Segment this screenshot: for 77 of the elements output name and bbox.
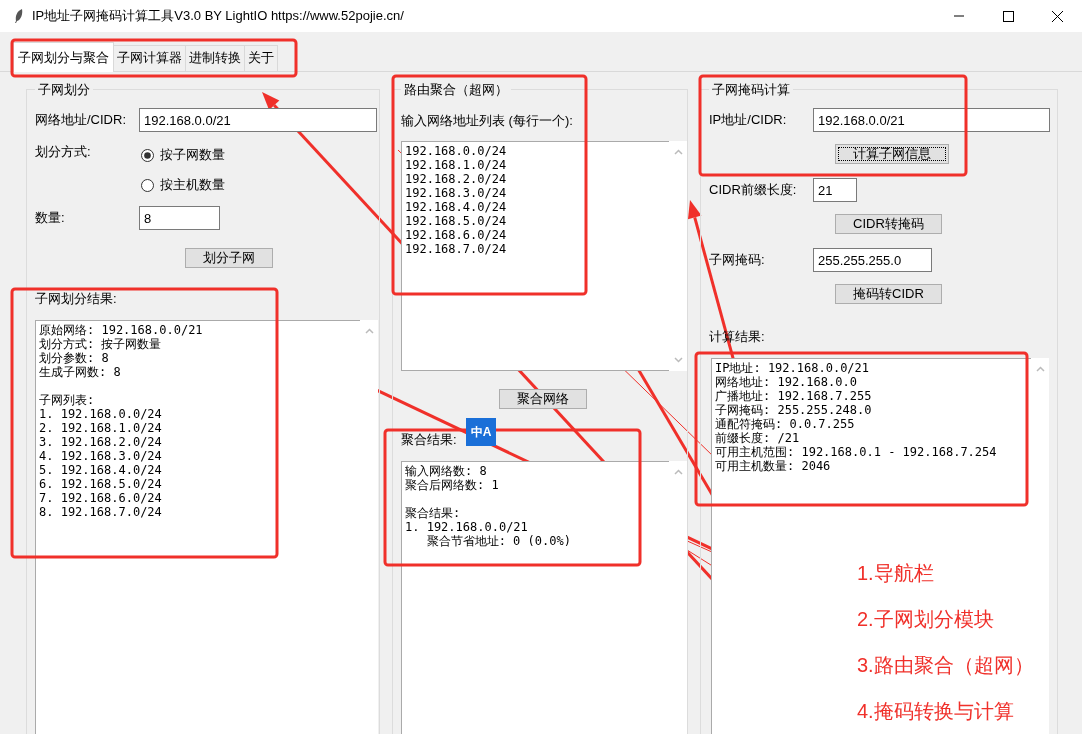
section-title: 子网掩码计算: [709, 81, 793, 99]
action-button[interactable]: CIDR转掩码: [835, 214, 942, 234]
text-line: 192.168.6.0/24: [405, 228, 507, 242]
output-area[interactable]: 输入网络数: 8 聚合后网络数: 1 聚合结果: 1. 192.168.0.0/21 聚合节省地址: 0 (0.0%): [401, 461, 670, 734]
text-line: 4. 192.168.3.0/24: [39, 449, 162, 463]
text-line: 192.168.4.0/24: [405, 200, 507, 214]
text-line: 输入网络数: 8: [405, 464, 487, 478]
field-label: 划分方式:: [35, 143, 92, 161]
text-area[interactable]: 192.168.0.0/24 192.168.1.0/24 192.168.2.0/24 192.168.3.0/24 192.168.4.0/24 192.168.5.0/24 192.168.6.0/24 192.168.7.0/24: [401, 141, 670, 371]
text-line: 192.168.0.0/24: [405, 144, 507, 158]
text-line: 生成子网数: 8: [39, 365, 121, 379]
maximize-icon: [1003, 10, 1014, 22]
scroll-up-icon[interactable]: [1035, 366, 1045, 372]
text-line: 聚合后网络数: 1: [405, 478, 499, 492]
text-line: 原始网络: 192.168.0.0/21: [39, 323, 203, 337]
text-field[interactable]: 8: [139, 206, 220, 230]
scroll-up-icon[interactable]: [364, 328, 374, 334]
annotation-label: 1.导航栏: [857, 561, 934, 585]
text-line: 3. 192.168.2.0/24: [39, 435, 162, 449]
text-line: 前缀长度: /21: [715, 431, 800, 445]
text-line: 聚合节省地址: 0 (0.0%): [425, 534, 571, 548]
text-line: IP地址: 192.168.0.0/21: [715, 361, 870, 375]
text-line: 192.168.7.0/24: [405, 242, 507, 256]
text-line: 网络地址: 192.168.0.0: [715, 375, 857, 389]
field-label: 聚合结果:: [401, 431, 457, 447]
close-icon: [1052, 10, 1063, 22]
scroll-down-icon[interactable]: [673, 357, 683, 363]
output-area[interactable]: 原始网络: 192.168.0.0/21 划分方式: 按子网数量 划分参数: 8 生成子网数: 8 子网列表: 1. 192.168.0.0/24 2. 192.168.1.0/24 3. 192.168.2.0/24 4. 192.168.3.0/24 5. 192.168.4.0/24 6. 192.168.5.0/24 7. 192.168.6.0/24 8. 192.168.7.0/24: [35, 320, 360, 734]
field-label: 子网划分结果:: [35, 290, 117, 306]
text-line: 1. 192.168.0.0/24: [39, 407, 162, 421]
field-label: 数量:: [35, 209, 66, 227]
text-line: 8. 192.168.7.0/24: [39, 505, 162, 519]
text-line: 子网掩码: 255.255.248.0: [715, 403, 872, 417]
action-button[interactable]: 聚合网络: [499, 389, 587, 409]
window-title: IP地址子网掩码计算工具V3.0 BY LightIO https://www.52pojie.cn/: [32, 7, 404, 25]
text-line: 聚合结果:: [405, 506, 461, 520]
tab[interactable]: 子网划分与聚合: [13, 42, 114, 72]
field-label: 输入网络地址列表 (每行一个):: [401, 112, 573, 128]
annotation-label: 3.路由聚合（超网）: [857, 653, 1034, 677]
text-line: 192.168.1.0/24: [405, 158, 507, 172]
text-line: 划分方式: 按子网数量: [39, 337, 162, 351]
text-field[interactable]: 192.168.0.0/21: [139, 108, 377, 132]
action-button[interactable]: 掩码转CIDR: [835, 284, 942, 304]
field-label: CIDR前缀长度:: [709, 181, 798, 199]
field-label: IP地址/CIDR:: [709, 111, 788, 129]
text-line: 广播地址: 192.168.7.255: [715, 389, 872, 403]
text-line: 5. 192.168.4.0/24: [39, 463, 162, 477]
action-button[interactable]: 划分子网: [185, 248, 273, 268]
scroll-up-icon[interactable]: [673, 469, 683, 475]
field-label: 子网掩码:: [709, 251, 766, 269]
text-line: 192.168.2.0/24: [405, 172, 507, 186]
text-field[interactable]: 255.255.255.0: [813, 248, 932, 272]
action-button[interactable]: 计算子网信息: [835, 144, 949, 164]
text-line: 192.168.3.0/24: [405, 186, 507, 200]
text-line: 7. 192.168.6.0/24: [39, 491, 162, 505]
text-line: 子网列表:: [39, 393, 95, 407]
text-line: 1. 192.168.0.0/21: [405, 520, 528, 534]
text-line: 192.168.5.0/24: [405, 214, 507, 228]
radio-option[interactable]: 按子网数量: [141, 143, 225, 167]
text-line: 可用主机数量: 2046: [715, 459, 831, 473]
translate-badge[interactable]: 中A: [466, 418, 496, 446]
feather-icon: [14, 8, 24, 24]
tab[interactable]: 关于: [244, 45, 278, 71]
text-line: 可用主机范围: 192.168.0.1 - 192.168.7.254: [715, 445, 997, 459]
text-field[interactable]: 192.168.0.0/21: [813, 108, 1050, 132]
scroll-up-icon[interactable]: [673, 149, 683, 155]
field-label: 网络地址/CIDR:: [35, 111, 127, 129]
annotation-label: 4.掩码转换与计算: [857, 699, 1014, 723]
text-line: 2. 192.168.1.0/24: [39, 421, 162, 435]
section-title: 路由聚合（超网）: [401, 81, 511, 99]
text-line: 通配符掩码: 0.0.7.255: [715, 417, 855, 431]
text-field[interactable]: 21: [813, 178, 857, 202]
radio-option[interactable]: 按主机数量: [141, 173, 225, 197]
text-line: 6. 192.168.5.0/24: [39, 477, 162, 491]
section-title: 子网划分: [35, 81, 93, 99]
text-line: 划分参数: 8: [39, 351, 109, 365]
annotation-label: 2.子网划分模块: [857, 607, 994, 631]
